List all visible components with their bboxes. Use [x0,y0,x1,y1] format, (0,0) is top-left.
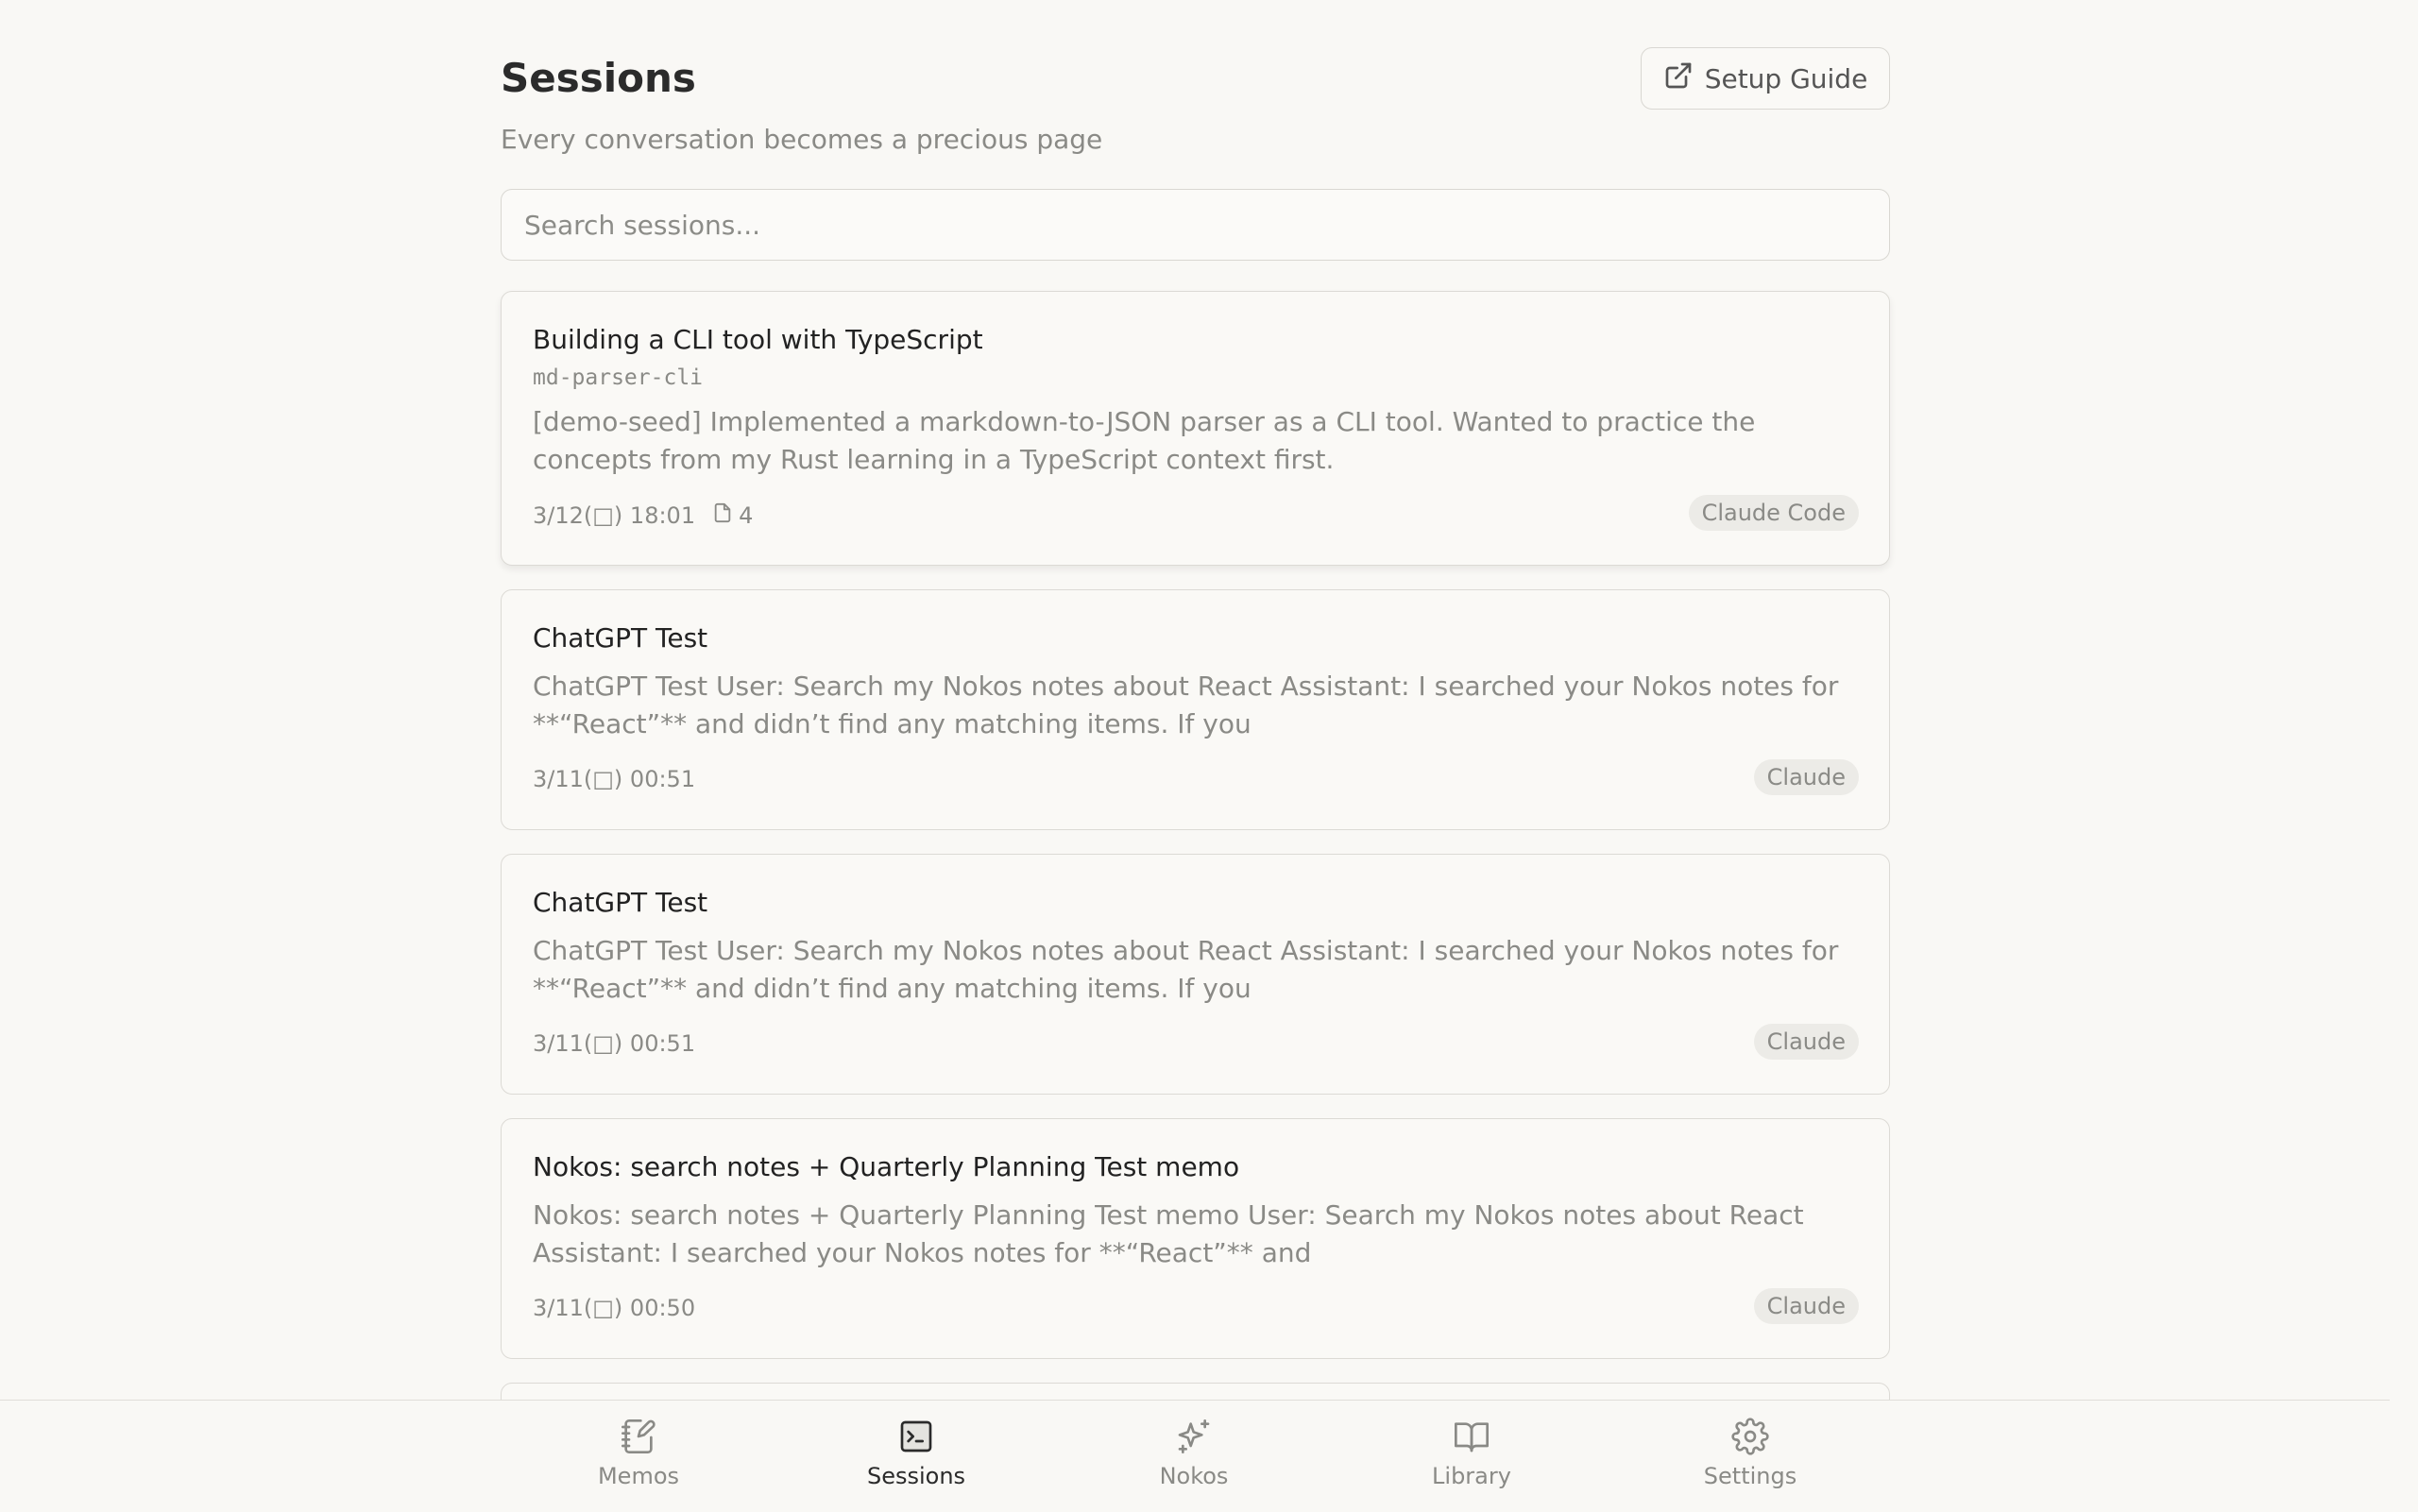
nav-label: Settings [1703,1463,1797,1489]
session-meta: 3/11(□) 00:50 [533,1295,695,1321]
session-snippet: ChatGPT Test User: Search my Nokos notes… [533,935,1839,1004]
session-title: ChatGPT Test [533,887,708,918]
setup-guide-label: Setup Guide [1704,62,1868,94]
sessions-page: Sessions Every conversation becomes a pr… [501,0,1890,1496]
search-input[interactable] [501,189,1890,261]
nav-label: Library [1432,1463,1511,1489]
page-title: Sessions [501,55,696,101]
source-badge: Claude Code [1688,495,1859,531]
session-meta: 3/11(□) 00:51 [533,1030,695,1057]
session-date: 3/11(□) 00:51 [533,766,696,792]
nav-item-library[interactable]: Library [1377,1418,1566,1489]
nav-item-nokos[interactable]: Nokos [1099,1418,1288,1489]
session-snippet: ChatGPT Test User: Search my Nokos notes… [533,671,1839,739]
source-badge: Claude [1753,1288,1859,1324]
session-title: Nokos: search notes + Quarterly Planning… [533,1151,1240,1182]
session-snippet: [demo-seed] Implemented a markdown-to-JS… [533,406,1756,475]
page-header: Sessions Every conversation becomes a pr… [501,0,1890,189]
session-meta: 3/12(□) 18:01 4 [533,501,753,530]
notebook-pen-icon [544,1418,733,1455]
bottom-nav: Memos Sessions Nokos Library Settings [0,1400,2390,1512]
session-card[interactable]: Building a CLI tool with TypeScript md-p… [501,291,1890,566]
nav-label: Memos [597,1463,680,1489]
nav-label: Sessions [866,1463,966,1489]
source-badge: Claude [1753,1024,1859,1060]
external-link-icon [1663,60,1694,97]
nav-item-sessions[interactable]: Sessions [822,1418,1011,1489]
nav-item-settings[interactable]: Settings [1656,1418,1845,1489]
session-date: 3/12(□) 18:01 [533,502,696,529]
nav-label: Nokos [1159,1463,1229,1489]
setup-guide-button[interactable]: Setup Guide [1641,47,1890,110]
session-title: Building a CLI tool with TypeScript [533,324,983,355]
session-snippet: Nokos: search notes + Quarterly Planning… [533,1199,1804,1268]
terminal-icon [822,1418,1011,1455]
book-open-icon [1377,1418,1566,1455]
file-count-value: 4 [739,502,754,529]
nav-item-memos[interactable]: Memos [544,1418,733,1489]
session-date: 3/11(□) 00:51 [533,1030,696,1057]
gear-icon [1656,1418,1845,1455]
source-badge: Claude [1753,759,1859,795]
session-card[interactable]: ChatGPT Test ChatGPT Test User: Search m… [501,589,1890,830]
project-tag: md-parser-cli [533,365,704,390]
file-icon [712,501,733,530]
session-meta: 3/11(□) 00:51 [533,766,695,792]
sparkles-icon [1099,1418,1288,1455]
session-title: ChatGPT Test [533,622,708,654]
session-date: 3/11(□) 00:50 [533,1295,696,1321]
page-subtitle: Every conversation becomes a precious pa… [501,124,1103,155]
session-card[interactable]: ChatGPT Test ChatGPT Test User: Search m… [501,854,1890,1095]
file-count: 4 [712,501,753,530]
session-card[interactable]: Nokos: search notes + Quarterly Planning… [501,1118,1890,1359]
